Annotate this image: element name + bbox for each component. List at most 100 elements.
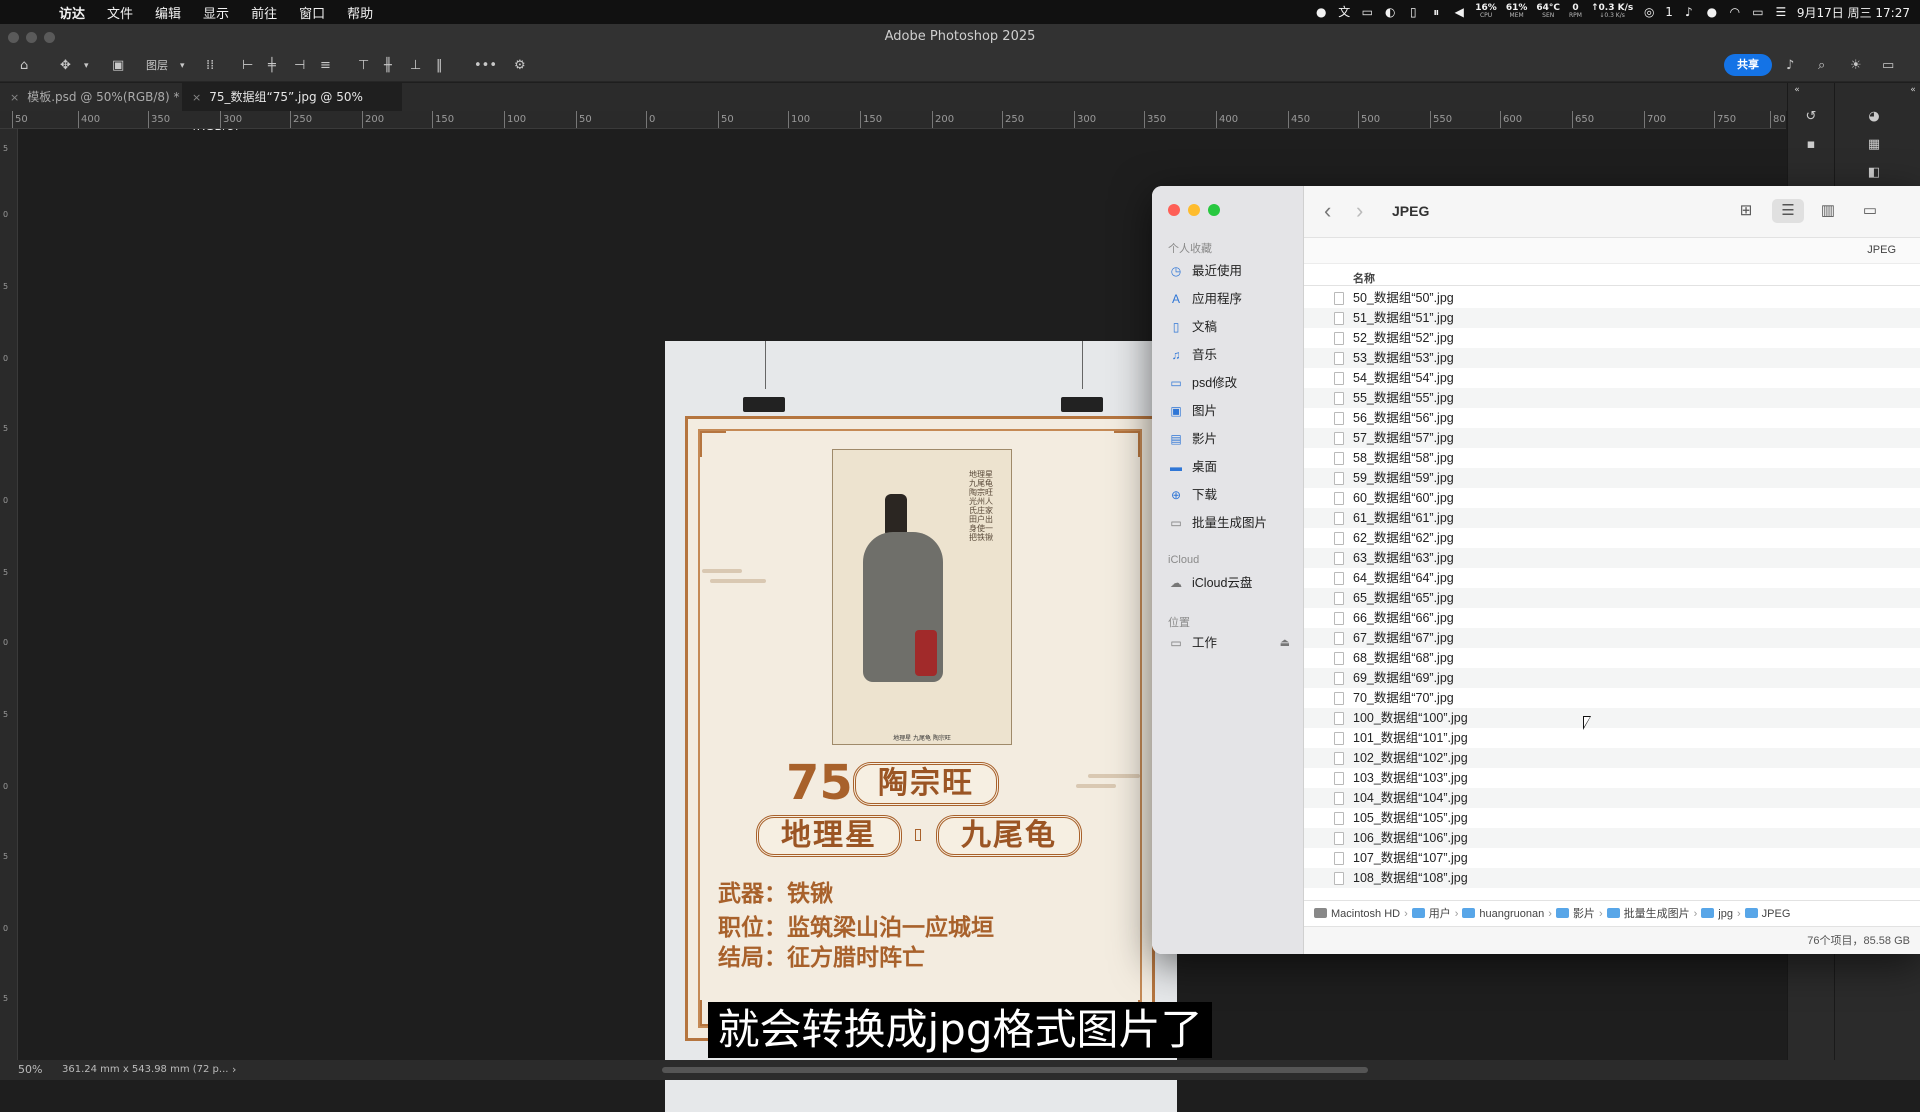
distribute-vertical-icon[interactable]: ‖ [436,58,443,74]
wifi-icon[interactable]: ◠ [1728,5,1742,19]
file-row[interactable]: 68_数据组“68”.jpg [1304,648,1920,668]
path-crumb[interactable]: 用户 › [1411,908,1463,920]
sidebar-item-pictures[interactable]: ▣ 图片 [1168,401,1296,421]
file-row[interactable]: 102_数据组“102”.jpg [1304,748,1920,768]
file-row[interactable]: 69_数据组“69”.jpg [1304,668,1920,688]
sidebar-item-recents[interactable]: ◷ 最近使用 [1168,261,1296,281]
list-view-icon[interactable]: ☰ [1772,199,1804,223]
forward-icon[interactable]: › [1356,200,1363,222]
layer-dropdown[interactable]: 图层 [146,58,168,74]
stat-fan[interactable]: 0 RPM [1569,4,1582,20]
file-row[interactable]: 56_数据组“56”.jpg [1304,408,1920,428]
path-crumb[interactable]: 影片 › [1555,908,1607,920]
icon-view-icon[interactable]: ⊞ [1730,199,1762,223]
file-row[interactable]: 107_数据组“107”.jpg [1304,848,1920,868]
file-row[interactable]: 67_数据组“67”.jpg [1304,628,1920,648]
menu-finder[interactable]: 访达 [48,3,96,22]
ps-close-button[interactable] [8,32,19,43]
stat-mem[interactable]: 61% MEM [1506,4,1528,20]
file-row[interactable]: 103_数据组“103”.jpg [1304,768,1920,788]
wechat-icon[interactable]: ◎ [1642,5,1656,19]
history-icon[interactable]: ↺ [1803,109,1819,125]
file-row[interactable]: 108_数据组“108”.jpg [1304,868,1920,888]
volume-icon[interactable]: ◀ [1452,5,1466,19]
sidebar-item-work-drive[interactable]: ▭ 工作 ⏏ [1168,633,1296,653]
sidebar-item-music[interactable]: ♫ 音乐 [1168,345,1296,365]
column-name[interactable]: 名称 [1353,270,1375,286]
file-row[interactable]: 66_数据组“66”.jpg [1304,608,1920,628]
minimize-button[interactable] [1188,204,1200,216]
menu-view[interactable]: 显示 [192,3,240,22]
chevron-down-icon[interactable]: ▾ [180,58,185,74]
translate-icon[interactable]: 文 [1337,5,1351,19]
file-row[interactable]: 100_数据组“100”.jpg [1304,708,1920,728]
more-icon[interactable]: ••• [474,58,497,74]
sidebar-item-movies[interactable]: ▤ 影片 [1168,429,1296,449]
path-crumb[interactable]: Macintosh HD › [1314,908,1412,920]
document-canvas[interactable]: 地理星九尾龟陶宗旺光州人氏庄家田户出身使一把铁锹 地理星 九尾龟 陶宗旺 75 … [665,341,1177,1112]
light-icon[interactable]: ☀ [1850,58,1862,74]
gradient-icon[interactable]: ◧ [1866,165,1882,181]
user-icon[interactable]: ● [1705,5,1719,19]
close-button[interactable] [1168,204,1180,216]
menu-window[interactable]: 窗口 [288,3,336,22]
menu-go[interactable]: 前往 [240,3,288,22]
path-crumb[interactable]: JPEG [1744,908,1790,920]
align-bottom-icon[interactable]: ⊥ [410,58,421,74]
record-icon[interactable]: ● [1314,5,1328,19]
status-arrow-icon[interactable]: › [232,1060,236,1080]
path-crumb[interactable]: huangruonan › [1462,908,1556,920]
file-row[interactable]: 55_数据组“55”.jpg [1304,388,1920,408]
auto-select-icon[interactable]: ▣ [112,58,124,74]
ps-zoom-button[interactable] [44,32,55,43]
file-row[interactable]: 52_数据组“52”.jpg [1304,328,1920,348]
file-row[interactable]: 54_数据组“54”.jpg [1304,368,1920,388]
move-tool-icon[interactable]: ✥ [60,58,71,74]
file-row[interactable]: 104_数据组“104”.jpg [1304,788,1920,808]
close-icon[interactable]: × [10,91,19,104]
file-row[interactable]: 57_数据组“57”.jpg [1304,428,1920,448]
menu-help[interactable]: 帮助 [336,3,384,22]
home-icon[interactable]: ⌂ [20,58,28,74]
sidebar-item-psd-edit[interactable]: ▭ psd修改 [1168,373,1296,393]
horizontal-scrollbar[interactable] [662,1067,1368,1073]
tab-template-psd[interactable]: × 模板.psd @ 50%(RGB/8) * [0,83,180,111]
distribute-icon[interactable]: ≡ [320,58,331,74]
path-crumb[interactable]: 批量生成图片 › [1606,908,1702,920]
file-row[interactable]: 60_数据组“60”.jpg [1304,488,1920,508]
align-top-icon[interactable]: ⊤ [358,58,369,74]
sidebar-item-batch-images[interactable]: ▭ 批量生成图片 [1168,513,1296,533]
file-row[interactable]: 53_数据组“53”.jpg [1304,348,1920,368]
sidebar-item-documents[interactable]: ▯ 文稿 [1168,317,1296,337]
file-row[interactable]: 50_数据组“50”.jpg [1304,288,1920,308]
zoom-button[interactable] [1208,204,1220,216]
workspace-icon[interactable]: ▭ [1882,58,1894,74]
file-row[interactable]: 61_数据组“61”.jpg [1304,508,1920,528]
file-row[interactable]: 65_数据组“65”.jpg [1304,588,1920,608]
display-icon[interactable]: ▭ [1360,5,1374,19]
align-center-icon[interactable]: ╪ [268,58,276,74]
music-app-icon[interactable]: ♪ [1682,5,1696,19]
zoom-level[interactable]: 50% [18,1060,42,1080]
path-crumb[interactable]: jpg › [1701,908,1744,920]
file-row[interactable]: 62_数据组“62”.jpg [1304,528,1920,548]
stat-sensor[interactable]: 64°C SEN [1536,4,1560,20]
eject-icon[interactable]: ⏏ [1280,633,1290,653]
menubar-datetime[interactable]: 9月17日 周三 17:27 [1797,4,1910,21]
globe-icon[interactable]: ◐ [1383,5,1397,19]
gear-icon[interactable]: ⚙ [514,58,526,74]
align-right-icon[interactable]: ⊣ [294,58,305,74]
swatches-icon[interactable]: ▦ [1866,137,1882,153]
file-row[interactable]: 59_数据组“59”.jpg [1304,468,1920,488]
sidebar-item-icloud-drive[interactable]: ☁ iCloud云盘 [1168,573,1296,593]
battery-small-icon[interactable]: ▯ [1406,5,1420,19]
tab-current-jpg[interactable]: ×75_数据组“75”.jpg @ 50%(RGB/8) [182,83,402,133]
transform-controls-icon[interactable]: ⁞⁞ [206,58,214,74]
chevron-down-icon[interactable]: ▾ [84,58,89,74]
align-left-icon[interactable]: ⊢ [242,58,253,74]
align-middle-icon[interactable]: ╫ [384,58,392,74]
file-row[interactable]: 70_数据组“70”.jpg [1304,688,1920,708]
share-button[interactable]: 共享 [1724,54,1772,76]
color-icon[interactable]: ◕ [1866,109,1882,125]
comment-icon[interactable]: ▪ [1803,137,1819,153]
